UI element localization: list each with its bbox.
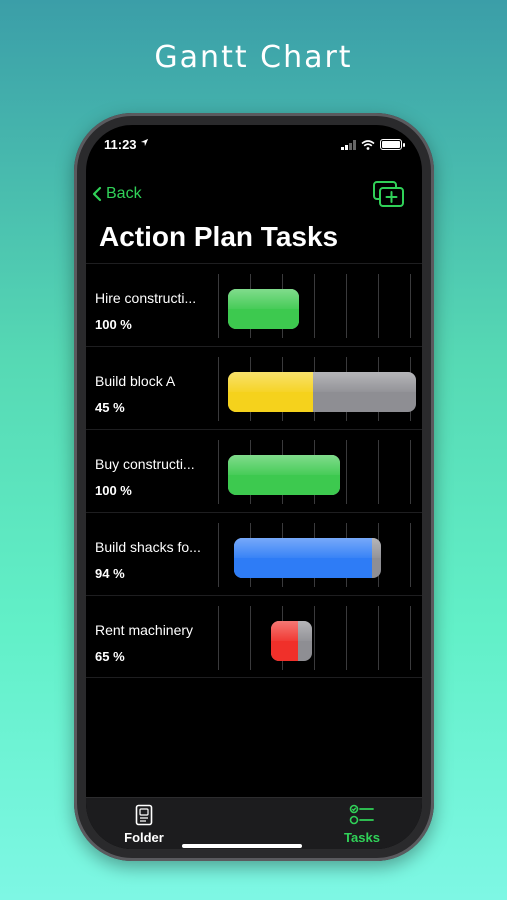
navigation-bar: Back [86, 181, 422, 213]
timeline-gridline [218, 523, 219, 587]
status-time: 11:23 [104, 137, 137, 152]
tab-folder[interactable]: Folder [104, 804, 184, 845]
tab-tasks[interactable]: Tasks [322, 804, 402, 845]
gantt-bar[interactable] [271, 621, 312, 661]
timeline-gridline [378, 274, 379, 338]
timeline-gridline [346, 440, 347, 504]
timeline-gridline [378, 606, 379, 670]
gantt-timeline [218, 274, 422, 338]
task-list: Hire constructi... 100 % Build block A 45 %… [86, 263, 422, 678]
gantt-bar-gloss [228, 372, 416, 392]
tab-folder-label: Folder [124, 830, 164, 845]
gantt-timeline [218, 440, 422, 504]
timeline-gridline [218, 606, 219, 670]
timeline-gridline [314, 606, 315, 670]
task-percent: 100 % [95, 483, 132, 498]
gantt-timeline [218, 606, 422, 670]
timeline-gridline [410, 606, 411, 670]
gantt-bar-gloss [228, 455, 340, 475]
task-name: Hire constructi... [95, 290, 197, 306]
task-name: Build shacks fo... [95, 539, 201, 555]
timeline-gridline [378, 440, 379, 504]
task-percent: 100 % [95, 317, 132, 332]
gantt-bar-gloss [271, 621, 312, 641]
cellular-signal-icon [341, 139, 356, 150]
back-label: Back [106, 185, 142, 202]
add-stack-icon [373, 181, 404, 207]
tab-tasks-label: Tasks [344, 830, 380, 845]
timeline-gridline [346, 274, 347, 338]
gantt-bar-gloss [234, 538, 381, 558]
task-row[interactable]: Buy constructi... 100 % [86, 429, 422, 512]
status-icons [341, 139, 405, 150]
task-row[interactable]: Rent machinery 65 % [86, 595, 422, 678]
task-name: Rent machinery [95, 622, 194, 638]
task-name: Build block A [95, 373, 176, 389]
checklist-icon [349, 804, 374, 825]
folder-doc-icon [135, 804, 153, 826]
app-screen: 11:23 Back Action Plan Tasks Hire constr… [86, 125, 422, 849]
timeline-gridline [410, 440, 411, 504]
timeline-gridline [250, 606, 251, 670]
gantt-bar[interactable] [234, 538, 381, 578]
status-bar: 11:23 [86, 137, 422, 157]
battery-icon [380, 139, 405, 150]
task-percent: 65 % [95, 649, 125, 664]
timeline-gridline [410, 523, 411, 587]
timeline-gridline [314, 274, 315, 338]
task-percent: 45 % [95, 400, 125, 415]
gantt-bar[interactable] [228, 372, 416, 412]
home-indicator [182, 844, 302, 848]
location-arrow-icon [140, 138, 149, 150]
gantt-timeline [218, 523, 422, 587]
gantt-bar[interactable] [228, 289, 299, 329]
timeline-gridline [410, 274, 411, 338]
task-row[interactable]: Build block A 45 % [86, 346, 422, 429]
add-task-button[interactable] [372, 179, 406, 209]
promo-title: Gantt Chart [154, 40, 353, 75]
gantt-bar[interactable] [228, 455, 340, 495]
task-percent: 94 % [95, 566, 125, 581]
timeline-gridline [218, 440, 219, 504]
gantt-bar-gloss [228, 289, 299, 309]
task-row[interactable]: Build shacks fo... 94 % [86, 512, 422, 595]
task-row[interactable]: Hire constructi... 100 % [86, 263, 422, 346]
chevron-left-icon [92, 186, 102, 202]
task-name: Buy constructi... [95, 456, 195, 472]
tab-bar: Folder Tasks [86, 797, 422, 849]
page-title: Action Plan Tasks [99, 221, 339, 252]
gantt-timeline [218, 357, 422, 421]
timeline-gridline [218, 357, 219, 421]
timeline-gridline [218, 274, 219, 338]
phone-frame: 11:23 Back Action Plan Tasks Hire constr… [74, 113, 434, 861]
back-button[interactable]: Back [92, 185, 142, 203]
wifi-icon [361, 139, 375, 150]
timeline-gridline [346, 606, 347, 670]
